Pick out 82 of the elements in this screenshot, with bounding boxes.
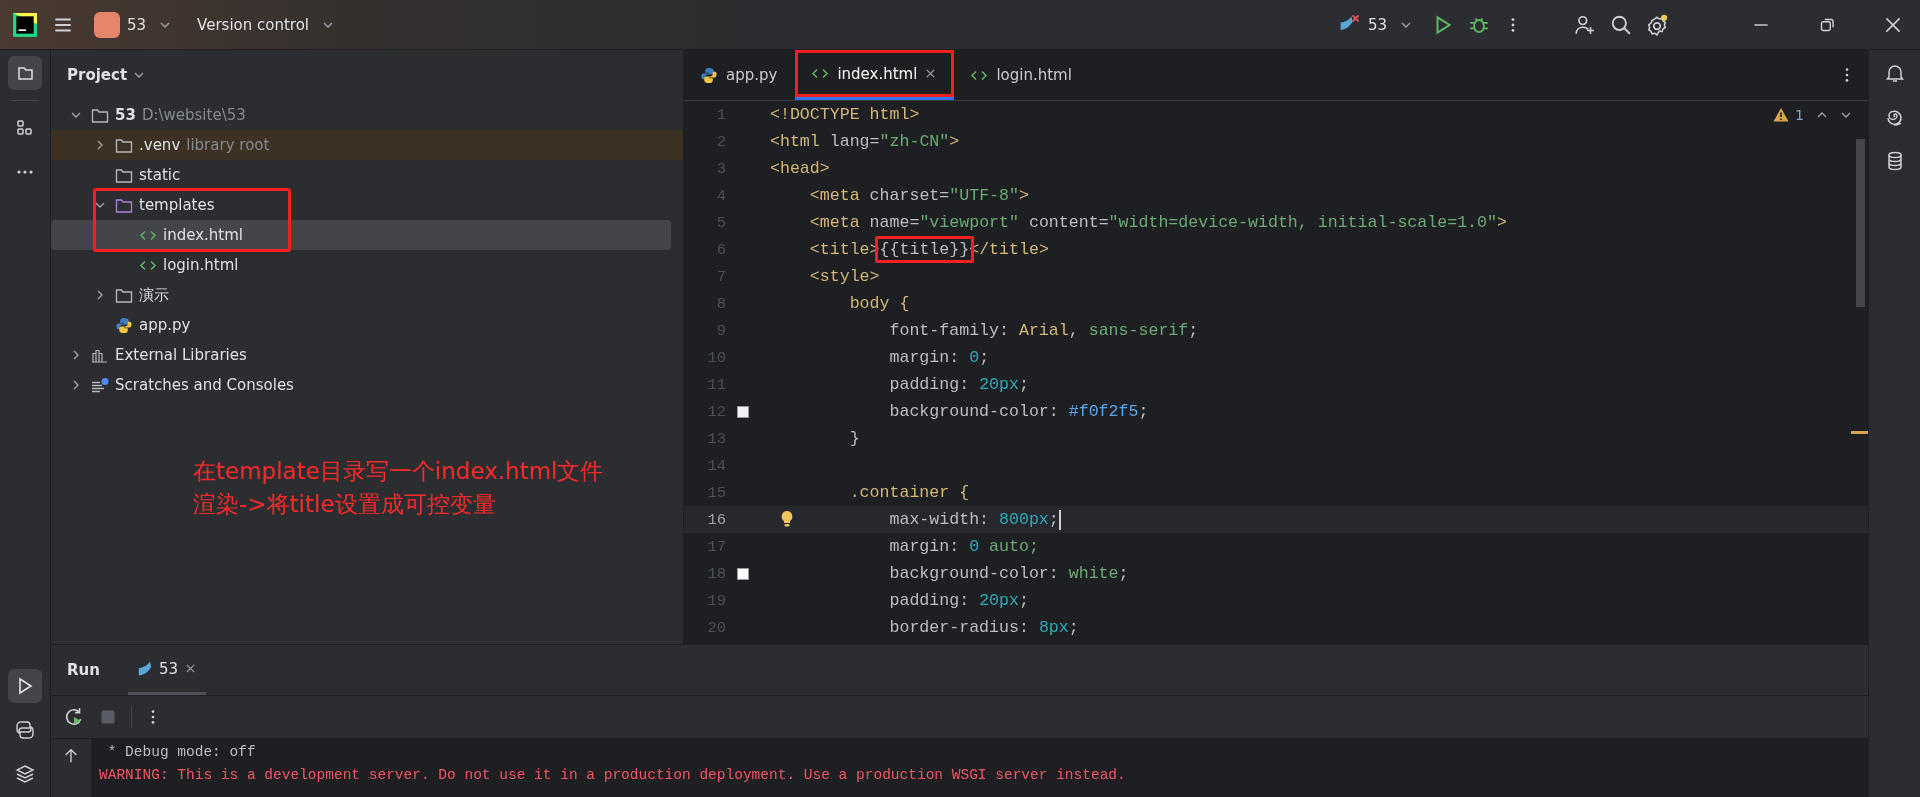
color-swatch[interactable] [737,405,749,418]
tree-row[interactable]: 53 D:\website\53 [51,100,671,130]
color-swatch[interactable] [737,567,749,580]
app-logo-icon[interactable] [12,11,38,38]
tree-label: static [139,166,181,184]
code-line: background-color: white; [888,564,1129,583]
tab-label: login.html [996,66,1072,84]
warning-stripe [1851,431,1868,434]
run-icon[interactable] [8,669,42,703]
editor-tab[interactable]: index.html [795,50,955,100]
code-line: <meta name="viewport" content="width=device-width, initial-scale=1.0"> [808,213,1507,232]
add-user-icon[interactable] [1574,13,1596,36]
annotation-text: 在template目录写一个index.html文件 [193,457,604,486]
code-line: <style> [808,267,880,286]
code-line: } [848,429,860,448]
annotation-text: 渲染->将title设置成可控变量 [193,490,497,519]
tree-label: .venv [139,136,181,154]
tree-label: 53 [115,106,136,124]
tree-row[interactable]: templates [51,190,671,220]
python-icon [115,316,133,334]
warning-icon[interactable] [1773,107,1790,123]
folder-icon [115,286,133,304]
tree-label: 演示 [139,285,169,305]
folder-icon [115,136,133,154]
settings-icon[interactable] [1646,13,1668,36]
code-line: <!DOCTYPE html> [770,105,920,124]
tree-row[interactable]: static [51,160,671,190]
tree-label: External Libraries [115,346,247,364]
lightbulb-icon[interactable] [780,510,794,528]
tree-label: Scratches and Consoles [115,376,294,394]
tree-row[interactable]: login.html [51,250,671,280]
search-icon[interactable] [1610,13,1632,36]
console-line: WARNING: This is a development server. Do not use it in a production deployment. Use a production WSGI server instead. [99,766,1126,785]
code-line: padding: 20px; [888,591,1029,610]
code-line: font-family: Arial, sans-serif; [888,321,1199,340]
editor-tab[interactable]: login.html [954,50,1090,100]
close-icon[interactable] [925,68,937,79]
warning-count[interactable]: 1 [1795,107,1804,123]
code-line: margin: 0 auto; [888,537,1039,556]
template-folder-icon [115,196,133,214]
run-config-selector[interactable]: 53 [1330,8,1418,41]
panel-title: Run [67,661,100,679]
tree-note: library root [186,136,270,154]
line-number: 16 [706,510,726,529]
folder-icon [91,106,109,124]
selected-tree-row[interactable]: index.html [51,220,671,250]
tree-note: D:\website\53 [141,106,246,124]
code-line: max-width: 800px; [888,509,1061,530]
folder-icon[interactable] [8,56,42,90]
tree-row[interactable]: app.py [51,310,671,340]
scrollbar[interactable] [1856,139,1865,307]
tree-row[interactable]: External Libraries [51,340,671,370]
vcs-menu[interactable]: Version control [191,11,340,38]
code-line: background-color: #f0f2f5; [888,402,1149,421]
run-tab[interactable]: 53 [127,645,206,695]
code-line: border-radius: 8px; [888,618,1079,637]
tab-label: 53 [158,659,178,678]
scratches-icon [91,376,109,394]
tree-label: index.html [163,226,243,244]
scroll-up-icon[interactable] [62,747,80,765]
editor-tab[interactable]: app.py [684,50,796,100]
code-line: margin: 0; [888,348,990,367]
console-line: * Debug mode: off [106,743,257,762]
code-line: body { [848,294,910,313]
code-line: .container { [848,483,970,502]
project-switcher[interactable]: 53 [88,7,178,42]
tab-label: index.html [837,64,918,83]
tab-label: app.py [726,66,778,84]
code-line: <head> [770,159,830,178]
code-line: <meta charset="UTF-8"> [808,186,1029,205]
code-line: padding: 20px; [888,375,1029,394]
tree-label: login.html [163,256,239,274]
folder-icon [115,166,133,184]
tree-label: templates [139,196,215,214]
close-icon[interactable] [185,663,196,674]
tree-label: app.py [139,316,191,334]
code-line: <html lang="zh-CN"> [770,132,960,151]
library-tree-row[interactable]: .venv library root [51,130,683,160]
tree-row[interactable]: 演示 [51,280,671,310]
tree-row[interactable]: Scratches and Consoles [51,370,671,400]
panel-title[interactable]: Project [67,66,146,84]
python-icon [700,66,718,84]
